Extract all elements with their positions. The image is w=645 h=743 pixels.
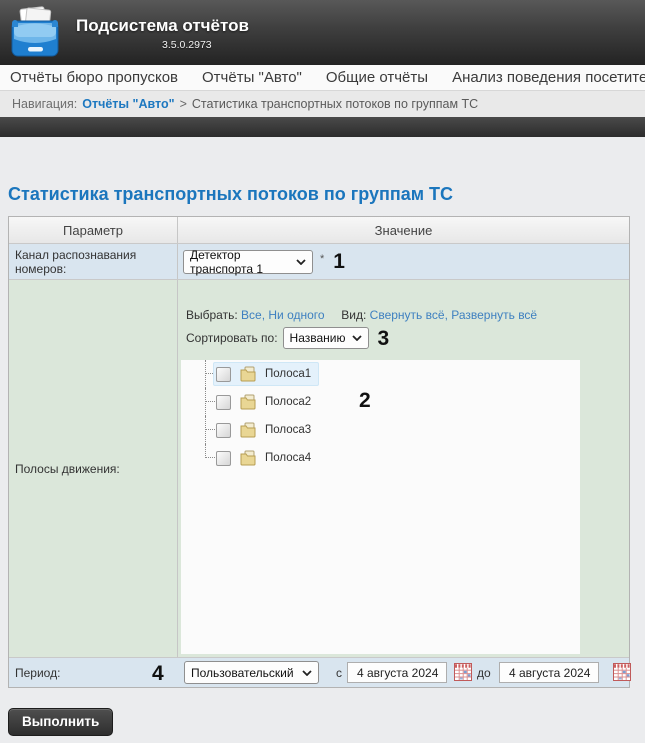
traffic-lanes-label: Полосы движения:	[15, 462, 120, 476]
report-parameters-table: Параметр Значение Канал распознавания но…	[8, 216, 630, 688]
expand-all-link[interactable]: Развернуть всё	[451, 308, 537, 322]
chevron-down-icon	[296, 259, 306, 265]
lane1-checkbox[interactable]	[216, 367, 231, 382]
tree-selection-links: Выбрать: Все, Ни одного Вид: Свернуть вс…	[178, 308, 629, 322]
tree-line	[205, 388, 206, 416]
sort-controls: Сортировать по: Названию 3	[178, 327, 629, 349]
date-from-input[interactable]	[347, 662, 447, 683]
required-marker: *	[320, 253, 324, 265]
callout-3: 3	[378, 328, 390, 349]
breadcrumb-link-auto-reports[interactable]: Отчёты "Авто"	[82, 97, 174, 111]
recognition-channel-select[interactable]: Детектор транспорта 1	[183, 250, 313, 274]
comma: ,	[262, 308, 265, 322]
chevron-down-icon	[352, 335, 362, 341]
callout-2: 2	[359, 390, 371, 411]
collapse-all-link[interactable]: Свернуть всё	[370, 308, 445, 322]
folder-icon	[239, 422, 257, 438]
lane-label: Полоса4	[265, 452, 311, 464]
breadcrumb: Навигация: Отчёты "Авто" > Статистика тр…	[0, 90, 645, 117]
lanes-tree-panel: Полоса1 Полоса2	[181, 360, 580, 654]
date-to-input[interactable]	[499, 662, 599, 683]
chevron-down-icon	[302, 670, 312, 676]
menu-item-visitor-behavior[interactable]: Анализ поведения посетителей	[452, 69, 645, 86]
lane4-checkbox[interactable]	[216, 451, 231, 466]
period-type-value: Пользовательский	[191, 666, 294, 680]
period-label: Период:	[15, 666, 60, 680]
sort-by-select[interactable]: Названию	[283, 327, 369, 349]
tree-line	[205, 444, 206, 458]
lane2-checkbox[interactable]	[216, 395, 231, 410]
menu-item-auto-reports[interactable]: Отчёты "Авто"	[202, 69, 302, 86]
tree-line	[205, 416, 206, 444]
breadcrumb-current-page: Статистика транспортных потоков по групп…	[192, 97, 478, 111]
tree-line	[205, 360, 206, 388]
reports-drawer-icon	[8, 6, 62, 59]
calendar-icon[interactable]	[454, 663, 472, 681]
breadcrumb-prefix: Навигация:	[12, 97, 77, 111]
app-title: Подсистема отчётов	[76, 16, 249, 36]
row-period: Период: 4 Пользовательский с до	[9, 657, 629, 687]
callout-4: 4	[152, 663, 164, 684]
lane-label: Полоса2	[265, 396, 311, 408]
lane-label: Полоса1	[265, 368, 311, 380]
select-prefix-label: Выбрать:	[186, 308, 238, 322]
tree-item-lane3[interactable]: Полоса3	[181, 416, 580, 444]
tree-item-lane2[interactable]: Полоса2	[181, 388, 580, 416]
execute-button[interactable]: Выполнить	[8, 708, 113, 736]
sort-by-value: Названию	[290, 331, 346, 345]
recognition-channel-value: Детектор транспорта 1	[190, 248, 290, 276]
table-header-row: Параметр Значение	[9, 217, 629, 243]
menu-item-general-reports[interactable]: Общие отчёты	[326, 69, 428, 86]
main-menu: Отчёты бюро пропусков Отчёты "Авто" Общи…	[0, 65, 645, 90]
breadcrumb-separator: >	[180, 97, 187, 111]
select-all-link[interactable]: Все	[241, 308, 262, 322]
comma: ,	[445, 308, 448, 322]
row-recognition-channel: Канал распознавания номеров: Детектор тр…	[9, 243, 629, 279]
recognition-channel-label: Канал распознавания номеров:	[15, 248, 177, 276]
view-prefix-label: Вид:	[341, 308, 366, 322]
lane3-checkbox[interactable]	[216, 423, 231, 438]
app-version: 3.5.0.2973	[162, 39, 212, 51]
sort-by-label: Сортировать по:	[186, 331, 278, 345]
lane-label: Полоса3	[265, 424, 311, 436]
folder-icon	[239, 366, 257, 382]
period-type-select[interactable]: Пользовательский	[184, 661, 319, 684]
column-header-value: Значение	[178, 217, 629, 243]
select-none-link[interactable]: Ни одного	[268, 308, 324, 322]
folder-icon	[239, 394, 257, 410]
app-header: Подсистема отчётов 3.5.0.2973	[0, 0, 645, 65]
date-to-label: до	[477, 666, 491, 680]
calendar-icon[interactable]	[613, 663, 631, 681]
callout-1: 1	[333, 251, 345, 272]
page-title: Статистика транспортных потоков по групп…	[8, 184, 453, 205]
tree-item-lane4[interactable]: Полоса4	[181, 444, 580, 472]
row-traffic-lanes: Полосы движения: Выбрать: Все, Ни одного…	[9, 279, 629, 657]
tree-item-lane1[interactable]: Полоса1	[181, 360, 580, 388]
folder-icon	[239, 450, 257, 466]
date-from-label: с	[336, 666, 342, 680]
menu-item-pass-office-reports[interactable]: Отчёты бюро пропусков	[10, 69, 178, 86]
column-header-parameter: Параметр	[9, 217, 178, 243]
header-divider-strip	[0, 117, 645, 137]
